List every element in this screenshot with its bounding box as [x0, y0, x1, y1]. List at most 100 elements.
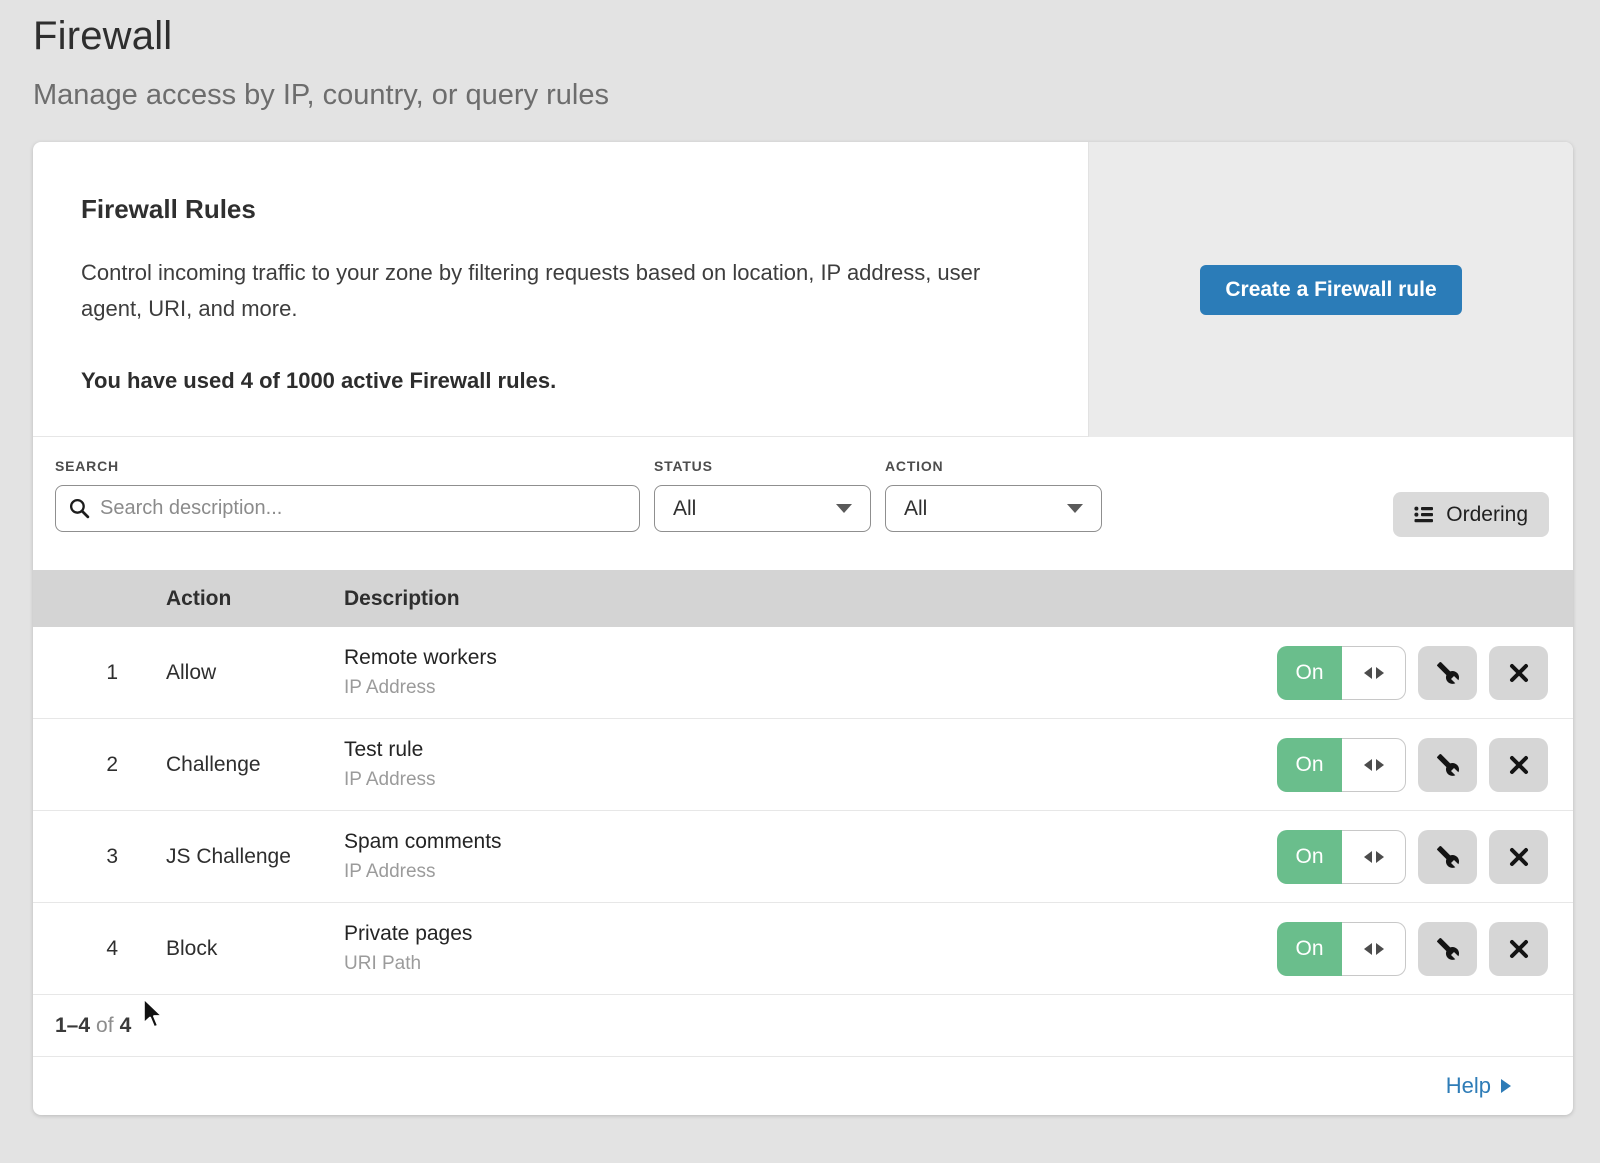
arrow-left-icon — [1364, 667, 1372, 679]
rule-description: Remote workers IP Address — [344, 646, 1277, 699]
status-select[interactable]: All — [654, 485, 871, 532]
rule-controls: On — [1277, 922, 1548, 976]
priority-reorder-button[interactable] — [1342, 738, 1406, 792]
overview-usage: You have used 4 of 1000 active Firewall … — [81, 368, 1040, 394]
rule-match-type: IP Address — [344, 677, 1277, 699]
create-firewall-rule-button[interactable]: Create a Firewall rule — [1200, 265, 1461, 315]
rule-description-title: Spam comments — [344, 830, 1277, 854]
rule-priority: 2 — [33, 753, 118, 777]
toggle-on-button[interactable]: On — [1277, 922, 1342, 976]
rule-priority: 3 — [33, 845, 118, 869]
delete-rule-button[interactable] — [1489, 922, 1548, 976]
search-label: SEARCH — [55, 458, 640, 474]
delete-rule-button[interactable] — [1489, 738, 1548, 792]
description-column-header: Description — [344, 587, 1573, 611]
chevron-down-icon — [836, 504, 852, 513]
edit-rule-button[interactable] — [1418, 922, 1477, 976]
pagination: 1–4 of 4 — [33, 995, 1573, 1057]
status-label: STATUS — [654, 458, 871, 474]
rule-match-type: IP Address — [344, 769, 1277, 791]
table-row: 1 Allow Remote workers IP Address On — [33, 627, 1573, 719]
pagination-of-label: of — [96, 1014, 114, 1038]
arrow-right-icon — [1376, 667, 1384, 679]
arrow-left-icon — [1364, 943, 1372, 955]
rule-priority: 4 — [33, 937, 118, 961]
arrow-right-icon — [1376, 851, 1384, 863]
ordering-button[interactable]: Ordering — [1393, 492, 1549, 537]
arrow-left-icon — [1364, 851, 1372, 863]
rule-action: Allow — [118, 661, 344, 685]
overview-heading: Firewall Rules — [81, 194, 1040, 225]
rule-description: Test rule IP Address — [344, 738, 1277, 791]
toggle-on-button[interactable]: On — [1277, 646, 1342, 700]
action-column-header: Action — [118, 587, 344, 611]
help-link-label: Help — [1446, 1073, 1491, 1099]
action-filter-group: ACTION All — [885, 458, 1102, 532]
arrow-right-icon — [1501, 1079, 1511, 1093]
rule-description-title: Private pages — [344, 922, 1277, 946]
page-header: Firewall Manage access by IP, country, o… — [0, 0, 1600, 112]
search-box — [55, 485, 640, 532]
priority-reorder-button[interactable] — [1342, 646, 1406, 700]
priority-reorder-button[interactable] — [1342, 922, 1406, 976]
filters-bar: SEARCH STATUS All ACTION All — [33, 437, 1573, 570]
delete-rule-button[interactable] — [1489, 830, 1548, 884]
rule-description: Spam comments IP Address — [344, 830, 1277, 883]
action-label: ACTION — [885, 458, 1102, 474]
rule-description-title: Test rule — [344, 738, 1277, 762]
help-row: Help — [33, 1057, 1573, 1115]
ordered-list-icon — [1414, 506, 1435, 523]
rule-action: JS Challenge — [118, 845, 344, 869]
delete-rule-button[interactable] — [1489, 646, 1548, 700]
close-icon — [1508, 662, 1530, 684]
arrow-left-icon — [1364, 759, 1372, 771]
rule-controls: On — [1277, 646, 1548, 700]
pagination-total: 4 — [120, 1014, 132, 1038]
overview-text: Firewall Rules Control incoming traffic … — [33, 142, 1089, 437]
toggle-on-button[interactable]: On — [1277, 738, 1342, 792]
priority-reorder-button[interactable] — [1342, 830, 1406, 884]
edit-rule-button[interactable] — [1418, 738, 1477, 792]
arrow-right-icon — [1376, 759, 1384, 771]
rule-action: Block — [118, 937, 344, 961]
firewall-rules-card: Firewall Rules Control incoming traffic … — [33, 142, 1573, 1115]
edit-rule-button[interactable] — [1418, 646, 1477, 700]
status-filter-group: STATUS All — [654, 458, 871, 532]
rule-match-type: IP Address — [344, 861, 1277, 883]
action-selected-value: All — [904, 497, 927, 521]
close-icon — [1508, 938, 1530, 960]
overview-description: Control incoming traffic to your zone by… — [81, 255, 1040, 328]
rule-controls: On — [1277, 738, 1548, 792]
help-link[interactable]: Help — [1446, 1073, 1511, 1099]
rule-description: Private pages URI Path — [344, 922, 1277, 975]
rule-toggle: On — [1277, 646, 1406, 700]
table-row: 2 Challenge Test rule IP Address On — [33, 719, 1573, 811]
wrench-icon — [1436, 845, 1460, 869]
rule-priority: 1 — [33, 661, 118, 685]
edit-rule-button[interactable] — [1418, 830, 1477, 884]
rule-toggle: On — [1277, 922, 1406, 976]
rule-toggle: On — [1277, 738, 1406, 792]
table-header: Action Description — [33, 570, 1573, 627]
toggle-on-button[interactable]: On — [1277, 830, 1342, 884]
table-row: 3 JS Challenge Spam comments IP Address … — [33, 811, 1573, 903]
rule-action: Challenge — [118, 753, 344, 777]
overview-action-panel: Create a Firewall rule — [1089, 142, 1573, 437]
close-icon — [1508, 754, 1530, 776]
action-select[interactable]: All — [885, 485, 1102, 532]
close-icon — [1508, 846, 1530, 868]
search-filter-group: SEARCH — [55, 458, 640, 532]
wrench-icon — [1436, 753, 1460, 777]
page-subtitle: Manage access by IP, country, or query r… — [33, 79, 1600, 112]
page-title: Firewall — [33, 14, 1600, 59]
pagination-range: 1–4 — [55, 1014, 90, 1038]
rule-match-type: URI Path — [344, 953, 1277, 975]
status-selected-value: All — [673, 497, 696, 521]
rule-description-title: Remote workers — [344, 646, 1277, 670]
wrench-icon — [1436, 937, 1460, 961]
overview-section: Firewall Rules Control incoming traffic … — [33, 142, 1573, 437]
arrow-right-icon — [1376, 943, 1384, 955]
chevron-down-icon — [1067, 504, 1083, 513]
search-input[interactable] — [55, 485, 640, 532]
rule-toggle: On — [1277, 830, 1406, 884]
